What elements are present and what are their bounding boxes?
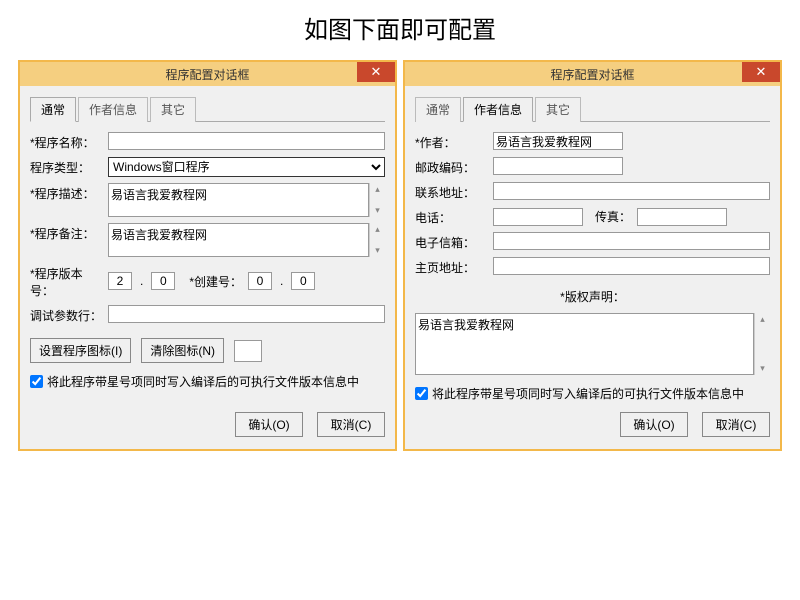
label-debug-rows: 调试参数行：: [30, 305, 102, 324]
address-input[interactable]: [493, 182, 770, 200]
label-email: 电子信箱：: [415, 232, 487, 251]
label-version: *程序版本号：: [30, 263, 102, 299]
page-title: 如图下面即可配置: [0, 0, 800, 60]
phone-input[interactable]: [493, 208, 583, 226]
program-desc-input[interactable]: 易语言我爱教程网: [108, 183, 369, 217]
tab-other[interactable]: 其它: [535, 97, 581, 122]
close-icon: ✕: [371, 64, 382, 80]
checkbox-label: 将此程序带星号项同时写入编译后的可执行文件版本信息中: [432, 385, 744, 402]
titlebar: 程序配置对话框 ✕: [20, 62, 395, 86]
label-phone: 电话：: [415, 207, 487, 226]
dot: .: [278, 274, 285, 288]
label-program-name: *程序名称：: [30, 132, 102, 151]
config-dialog-general: 程序配置对话框 ✕ 通常 作者信息 其它 *程序名称： 程序类型： Window…: [18, 60, 397, 451]
dialog-title: 程序配置对话框: [405, 66, 780, 83]
cancel-button[interactable]: 取消(C): [317, 412, 385, 437]
tab-general[interactable]: 通常: [415, 97, 461, 122]
label-build: *创建号：: [189, 273, 242, 290]
tab-author[interactable]: 作者信息: [463, 97, 533, 122]
author-input[interactable]: [493, 132, 623, 150]
label-program-note: *程序备注：: [30, 223, 102, 242]
tab-other[interactable]: 其它: [150, 97, 196, 122]
label-fax: 传真：: [595, 208, 631, 225]
program-type-select[interactable]: Windows窗口程序: [108, 157, 385, 177]
icon-preview: [234, 340, 262, 362]
build-minor-input[interactable]: [291, 272, 315, 290]
close-icon: ✕: [756, 64, 767, 80]
label-program-desc: *程序描述：: [30, 183, 102, 202]
dialog-title: 程序配置对话框: [20, 66, 395, 83]
label-postal: 邮政编码：: [415, 157, 487, 176]
set-icon-button[interactable]: 设置程序图标(I): [30, 338, 131, 363]
label-author: *作者：: [415, 132, 487, 151]
debug-rows-input[interactable]: [108, 305, 385, 323]
email-input[interactable]: [493, 232, 770, 250]
close-button[interactable]: ✕: [357, 62, 395, 82]
tab-general[interactable]: 通常: [30, 97, 76, 122]
write-version-info-checkbox[interactable]: [30, 375, 43, 388]
build-major-input[interactable]: [248, 272, 272, 290]
postal-input[interactable]: [493, 157, 623, 175]
program-note-input[interactable]: 易语言我爱教程网: [108, 223, 369, 257]
fax-input[interactable]: [637, 208, 727, 226]
label-copyright: *版权声明：: [415, 288, 770, 305]
titlebar: 程序配置对话框 ✕: [405, 62, 780, 86]
ok-button[interactable]: 确认(O): [235, 412, 303, 437]
label-address: 联系地址：: [415, 182, 487, 201]
config-dialog-author: 程序配置对话框 ✕ 通常 作者信息 其它 *作者： 邮政编码： 联系地址：: [403, 60, 782, 451]
version-major-input[interactable]: [108, 272, 132, 290]
scrollbar[interactable]: ▴▾: [369, 183, 385, 217]
tab-author[interactable]: 作者信息: [78, 97, 148, 122]
label-program-type: 程序类型：: [30, 157, 102, 176]
ok-button[interactable]: 确认(O): [620, 412, 688, 437]
dot: .: [138, 274, 145, 288]
homepage-input[interactable]: [493, 257, 770, 275]
checkbox-label: 将此程序带星号项同时写入编译后的可执行文件版本信息中: [47, 373, 359, 390]
scrollbar[interactable]: ▴▾: [754, 313, 770, 375]
label-homepage: 主页地址：: [415, 257, 487, 276]
cancel-button[interactable]: 取消(C): [702, 412, 770, 437]
program-name-input[interactable]: [108, 132, 385, 150]
tab-bar: 通常 作者信息 其它: [30, 96, 385, 122]
write-version-info-checkbox[interactable]: [415, 387, 428, 400]
close-button[interactable]: ✕: [742, 62, 780, 82]
clear-icon-button[interactable]: 清除图标(N): [141, 338, 224, 363]
version-minor-input[interactable]: [151, 272, 175, 290]
tab-bar: 通常 作者信息 其它: [415, 96, 770, 122]
scrollbar[interactable]: ▴▾: [369, 223, 385, 257]
copyright-input[interactable]: 易语言我爱教程网: [415, 313, 754, 375]
